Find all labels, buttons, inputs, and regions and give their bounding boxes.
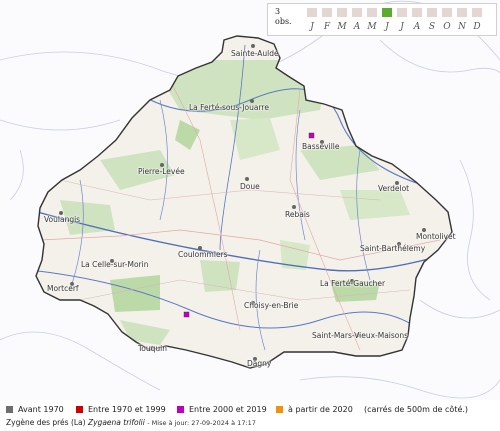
month-bar-apr	[352, 8, 362, 17]
month-bar-jan	[307, 8, 317, 17]
month-label-aug: A	[413, 22, 421, 32]
legend-label: Entre 1970 et 1999	[88, 405, 166, 414]
legend-swatch	[177, 406, 184, 413]
observation-square	[183, 311, 190, 318]
species-caption: Zygène des prés (La) Zygaena trifolii - …	[6, 418, 256, 428]
species-scientific-name: Zygaena trifolii	[87, 418, 145, 427]
month-bar-jul	[397, 8, 407, 17]
place-label-la-ferte-sous-jouarre: La Ferté-sous-Jouarre	[189, 103, 269, 112]
month-bar-oct	[442, 8, 452, 17]
place-label-coulommiers: Coulommiers	[178, 250, 228, 259]
month-bar-mar	[337, 8, 347, 17]
place-label-doue: Doue	[240, 182, 260, 191]
place-label-la-ferte-gaucher: La Ferté-Gaucher	[320, 279, 386, 288]
month-label-jul: J	[400, 22, 404, 32]
place-label-touquin: Touquin	[138, 344, 168, 353]
town-marker	[292, 205, 296, 209]
legend-label: à partir de 2020	[288, 405, 353, 414]
observation-count-value: 3	[275, 7, 281, 16]
month-label-mar: M	[337, 22, 347, 32]
month-bar-feb	[322, 8, 332, 17]
place-label-voulangis: Voulangis	[44, 215, 81, 224]
place-label-saint-mars-vieux-maisons: Saint-Mars-Vieux-Maisons	[312, 331, 409, 340]
place-label-mortcerf: Mortcerf	[47, 284, 79, 293]
month-bar-may	[367, 8, 377, 17]
place-label-pierre-levee: Pierre-Levée	[138, 167, 185, 176]
month-label-sep: S	[428, 22, 436, 32]
place-label-verdelot: Verdelot	[378, 184, 410, 193]
legend-item-2020-onwards: à partir de 2020	[276, 405, 353, 415]
place-label-choisy-en-brie: Choisy-en-Brie	[244, 301, 299, 310]
place-label-sainte-aulde: Sainte-Aulde	[231, 49, 279, 58]
town-marker	[245, 177, 249, 181]
legend-label: Entre 2000 et 2019	[189, 405, 267, 414]
distribution-map	[0, 0, 500, 400]
phenology-panel: 3 obs. J F M A M J J A S O N D	[267, 3, 497, 36]
place-label-montolivet: Montolivet	[416, 232, 456, 241]
place-label-saint-barthelemy: Saint-Barthélemy	[360, 244, 426, 253]
month-label-jun: J	[385, 22, 389, 32]
place-label-la-celle-sur-morin: La Celle-sur-Morin	[81, 260, 149, 269]
legend-swatch	[76, 406, 83, 413]
place-label-dagny: Dagny	[247, 359, 272, 368]
month-label-feb: F	[323, 22, 331, 32]
month-bar-nov	[457, 8, 467, 17]
month-label-jan: J	[310, 22, 314, 32]
legend-item-1970-1999: Entre 1970 et 1999	[76, 405, 166, 415]
month-bar-jun	[382, 8, 392, 17]
month-label-oct: O	[443, 22, 451, 32]
place-label-rebais: Rebais	[285, 210, 310, 219]
month-label-nov: N	[458, 22, 466, 32]
observation-count-unit: obs.	[275, 17, 292, 26]
month-bar-dec	[472, 8, 482, 17]
town-marker	[251, 44, 255, 48]
month-label-may: M	[367, 22, 377, 32]
place-label-basseville: Basseville	[302, 142, 340, 151]
month-bar-aug	[412, 8, 422, 17]
legend-item-2000-2019: Entre 2000 et 2019	[177, 405, 267, 415]
observation-count: 3 obs.	[275, 7, 292, 27]
month-label-dec: D	[473, 22, 481, 32]
legend-note: (carrés de 500m de côté.)	[364, 405, 469, 414]
legend-item-before-1970: Avant 1970	[6, 405, 64, 415]
observation-square	[308, 132, 315, 139]
month-label-apr: A	[353, 22, 361, 32]
legend-label: Avant 1970	[18, 405, 64, 414]
legend-swatch	[6, 406, 13, 413]
species-common-name: Zygène des prés (La)	[6, 418, 86, 427]
legend: Avant 1970 Entre 1970 et 1999 Entre 2000…	[6, 405, 500, 416]
legend-swatch	[276, 406, 283, 413]
update-date: - Mise à jour: 27-09-2024 à 17:17	[147, 419, 256, 427]
month-bar-sep	[427, 8, 437, 17]
